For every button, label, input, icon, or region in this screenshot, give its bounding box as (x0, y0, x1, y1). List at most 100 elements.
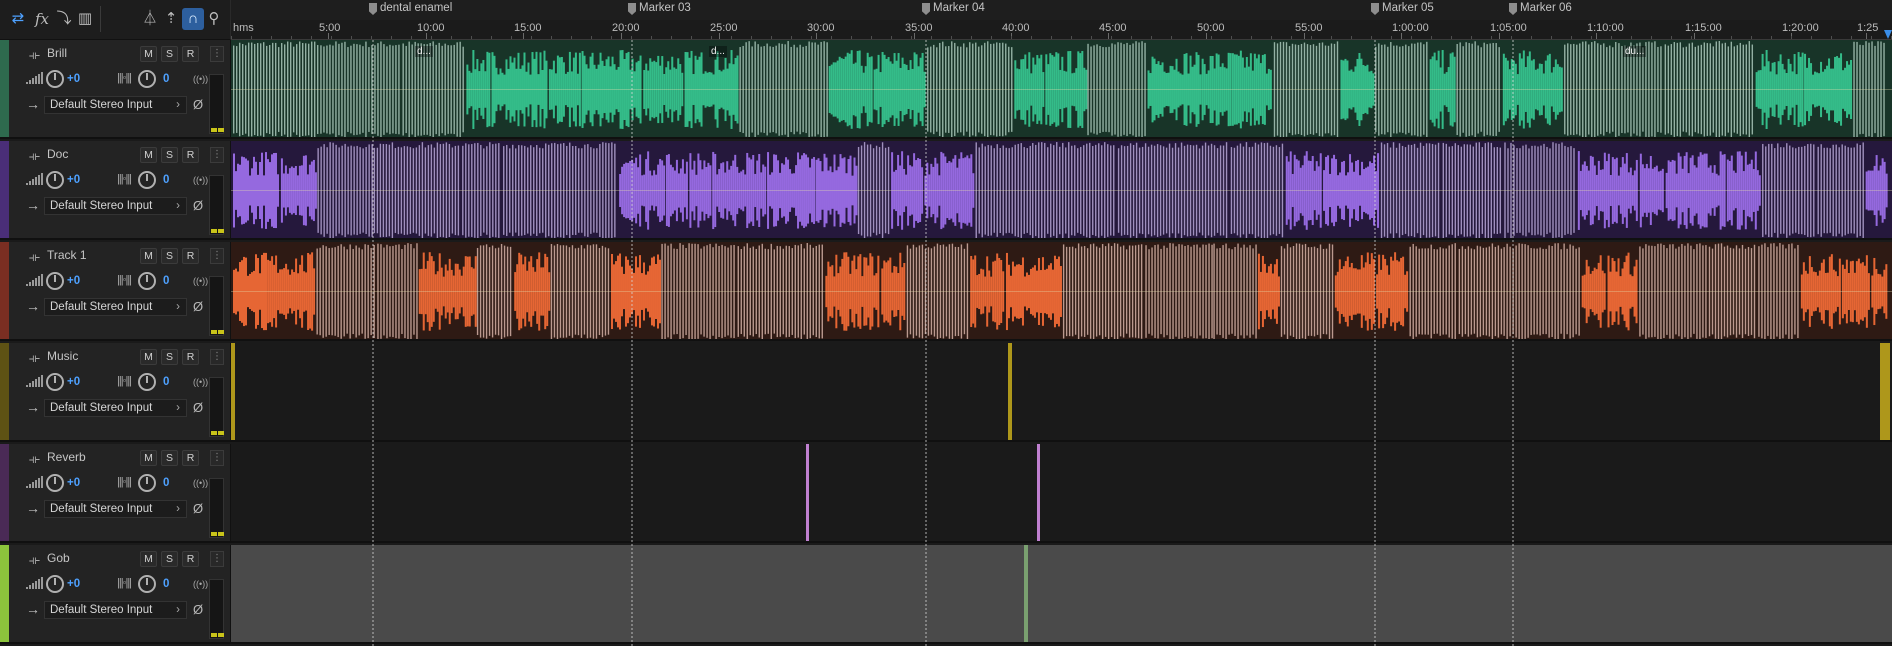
record-button[interactable]: R (182, 450, 199, 466)
record-button[interactable]: R (182, 248, 199, 264)
pan-knob[interactable] (138, 272, 156, 290)
phase-invert-icon[interactable]: Ø (193, 97, 203, 112)
input-selector[interactable]: Default Stereo Input › (44, 96, 187, 114)
record-button[interactable]: R (182, 46, 199, 62)
record-button[interactable]: R (182, 349, 199, 365)
monitor-input-icon[interactable]: ((•)) (193, 478, 208, 488)
time-ruler[interactable]: hms 5:00 10:00 15:00 20:00 25:00 30:00 35:00 40… (231, 20, 1892, 40)
record-button[interactable]: R (182, 551, 199, 567)
drag-handle-icon[interactable]: ⟛ (29, 149, 40, 164)
pan-knob[interactable] (138, 474, 156, 492)
input-selector[interactable]: Default Stereo Input › (44, 601, 187, 619)
mute-button[interactable]: M (140, 147, 157, 163)
monitor-input-icon[interactable]: ((•)) (193, 74, 208, 84)
track-lane[interactable] (231, 242, 1892, 339)
solo-button[interactable]: S (161, 147, 178, 163)
mute-button[interactable]: M (140, 248, 157, 264)
track-name[interactable]: Doc (47, 147, 68, 161)
drag-handle-icon[interactable]: ⟛ (29, 553, 40, 568)
track-lane[interactable] (231, 141, 1892, 238)
volume-knob[interactable] (46, 373, 64, 391)
swap-arrows-icon[interactable]: ⇄ (7, 8, 29, 30)
track-menu-button[interactable]: ⋮ (210, 551, 224, 567)
record-button[interactable]: R (182, 147, 199, 163)
routing-icon[interactable]: ⤵ (53, 8, 75, 30)
track-lane[interactable] (231, 545, 1892, 642)
pan-value[interactable]: 0 (163, 73, 169, 85)
clip-label: d... (709, 46, 727, 57)
pan-knob[interactable] (138, 70, 156, 88)
volume-knob[interactable] (46, 171, 64, 189)
drag-handle-icon[interactable]: ⟛ (29, 452, 40, 467)
solo-button[interactable]: S (161, 551, 178, 567)
track-name[interactable]: Track 1 (47, 248, 87, 262)
phase-invert-icon[interactable]: Ø (193, 198, 203, 213)
phase-invert-icon[interactable]: Ø (193, 501, 203, 516)
fx-icon[interactable]: fx (31, 8, 53, 30)
pan-value[interactable]: 0 (163, 275, 169, 287)
pan-value[interactable]: 0 (163, 578, 169, 590)
input-selector[interactable]: Default Stereo Input › (44, 197, 187, 215)
track-lane[interactable]: d...d...d...du... (231, 40, 1892, 137)
solo-button[interactable]: S (161, 349, 178, 365)
monitor-input-icon[interactable]: ((•)) (193, 175, 208, 185)
volume-knob[interactable] (46, 70, 64, 88)
track-menu-button[interactable]: ⋮ (210, 450, 224, 466)
track-name[interactable]: Music (47, 349, 78, 363)
ruler-minor-tick (271, 36, 272, 39)
track-menu-button[interactable]: ⋮ (210, 248, 224, 264)
volume-knob[interactable] (46, 474, 64, 492)
volume-value[interactable]: +0 (67, 174, 80, 186)
pan-knob[interactable] (138, 171, 156, 189)
mute-button[interactable]: M (140, 46, 157, 62)
levels-icon[interactable]: ▥ (74, 8, 96, 30)
snap-icon[interactable]: ∩ (182, 8, 204, 30)
track-name[interactable]: Reverb (47, 450, 86, 464)
monitor-input-icon[interactable]: ((•)) (193, 276, 208, 286)
solo-button[interactable]: S (161, 450, 178, 466)
input-selector[interactable]: Default Stereo Input › (44, 298, 187, 316)
track-name[interactable]: Brill (47, 46, 67, 60)
marker-bar: dental enamel Marker 03 Marker 04 Marker… (231, 0, 1892, 20)
pan-knob[interactable] (138, 373, 156, 391)
pan-value[interactable]: 0 (163, 174, 169, 186)
marker-pin-icon[interactable]: ⚲ (203, 8, 225, 30)
volume-value[interactable]: +0 (67, 275, 80, 287)
volume-knob[interactable] (46, 272, 64, 290)
mute-button[interactable]: M (140, 349, 157, 365)
volume-value[interactable]: +0 (67, 477, 80, 489)
solo-button[interactable]: S (161, 46, 178, 62)
ruler-tick-label: 1:15:00 (1685, 22, 1722, 34)
input-selector[interactable]: Default Stereo Input › (44, 399, 187, 417)
input-selector[interactable]: Default Stereo Input › (44, 500, 187, 518)
track-menu-button[interactable]: ⋮ (210, 147, 224, 163)
mute-button[interactable]: M (140, 450, 157, 466)
volume-value[interactable]: +0 (67, 376, 80, 388)
pan-value[interactable]: 0 (163, 477, 169, 489)
volume-value[interactable]: +0 (67, 73, 80, 85)
track-menu-button[interactable]: ⋮ (210, 349, 224, 365)
pan-knob[interactable] (138, 575, 156, 593)
track-lane[interactable] (231, 444, 1892, 541)
phase-invert-icon[interactable]: Ø (193, 400, 203, 415)
metronome-icon[interactable]: ⏃ (139, 8, 161, 30)
track-menu-button[interactable]: ⋮ (210, 46, 224, 62)
ruler-minor-tick (391, 36, 392, 39)
solo-button[interactable]: S (161, 248, 178, 264)
track-lane[interactable] (231, 343, 1892, 440)
volume-value[interactable]: +0 (67, 578, 80, 590)
phase-invert-icon[interactable]: Ø (193, 299, 203, 314)
drag-handle-icon[interactable]: ⟛ (29, 351, 40, 366)
pan-value[interactable]: 0 (163, 376, 169, 388)
drag-handle-icon[interactable]: ⟛ (29, 250, 40, 265)
drag-handle-icon[interactable]: ⟛ (29, 48, 40, 63)
track-name[interactable]: Gob (47, 551, 70, 565)
mute-button[interactable]: M (140, 551, 157, 567)
chevron-right-icon: › (176, 604, 180, 616)
monitor-input-icon[interactable]: ((•)) (193, 579, 208, 589)
phase-invert-icon[interactable]: Ø (193, 602, 203, 617)
volume-knob[interactable] (46, 575, 64, 593)
punch-icon[interactable]: ⇡ (160, 8, 182, 30)
ruler-minor-tick (1531, 36, 1532, 39)
monitor-input-icon[interactable]: ((•)) (193, 377, 208, 387)
